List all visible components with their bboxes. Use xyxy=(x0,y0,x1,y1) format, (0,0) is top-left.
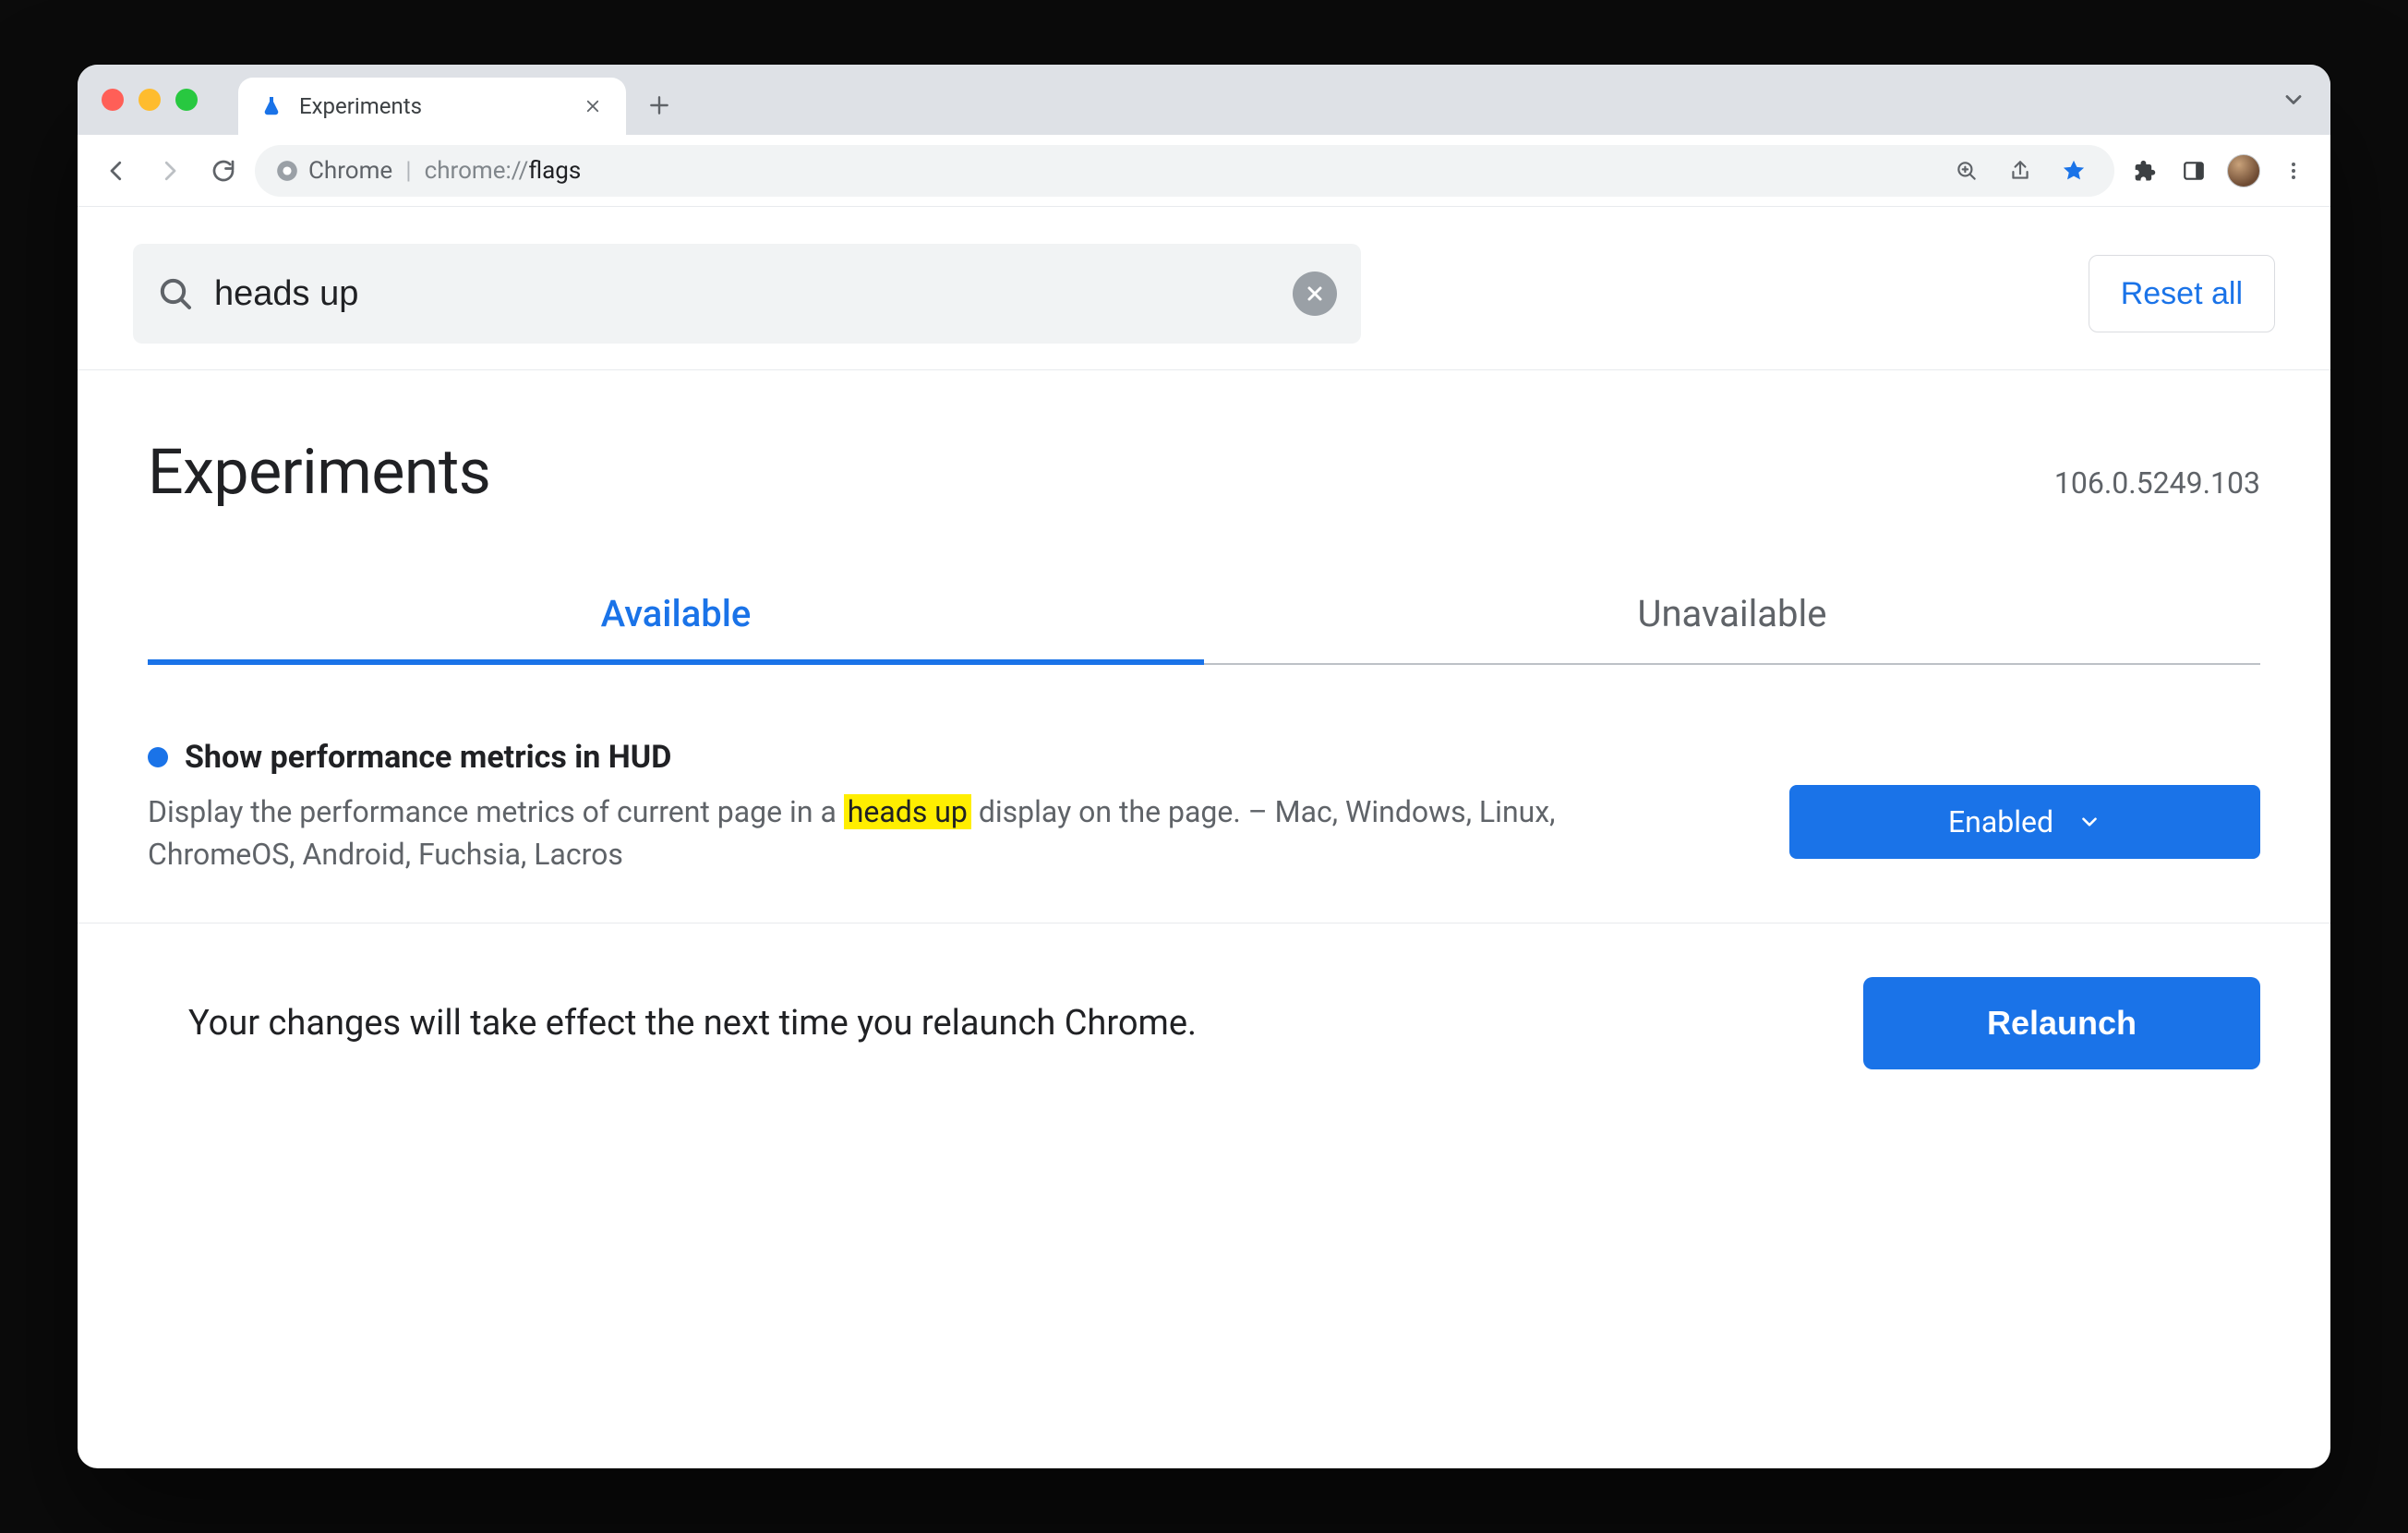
site-chip-label: Chrome xyxy=(308,157,392,185)
window-zoom-button[interactable] xyxy=(175,89,198,111)
forward-button[interactable] xyxy=(148,149,192,193)
window-controls xyxy=(102,89,198,111)
reset-all-button[interactable]: Reset all xyxy=(2089,255,2275,332)
relaunch-button[interactable]: Relaunch xyxy=(1863,977,2260,1069)
chevron-down-icon xyxy=(2077,810,2101,834)
chrome-icon xyxy=(275,159,299,183)
profile-avatar[interactable] xyxy=(2223,151,2264,191)
search-icon xyxy=(157,275,194,312)
side-panel-icon[interactable] xyxy=(2173,151,2214,191)
flag-description: Display the performance metrics of curre… xyxy=(148,791,1588,876)
page-content: Reset all Experiments 106.0.5249.103 Ava… xyxy=(78,207,2330,1468)
browser-window: Experiments xyxy=(78,65,2330,1468)
clear-search-button[interactable] xyxy=(1293,272,1337,316)
search-row: Reset all xyxy=(78,207,2330,370)
window-close-button[interactable] xyxy=(102,89,124,111)
tab-available[interactable]: Available xyxy=(148,592,1204,665)
reload-button[interactable] xyxy=(201,149,246,193)
bookmark-star-icon[interactable] xyxy=(2053,151,2094,191)
tab-strip: Experiments xyxy=(238,65,2318,135)
category-tabs: Available Unavailable xyxy=(148,592,2260,665)
flags-search-box[interactable] xyxy=(133,244,1361,344)
flag-item: Show performance metrics in HUD Display … xyxy=(148,739,2260,913)
zoom-indicator-icon[interactable] xyxy=(1946,151,1987,191)
flag-state-label: Enabled xyxy=(1948,804,2053,839)
search-highlight: heads up xyxy=(844,794,971,829)
version-label: 106.0.5249.103 xyxy=(2054,465,2260,501)
browser-tab[interactable]: Experiments xyxy=(238,78,626,135)
tab-close-button[interactable] xyxy=(580,93,606,119)
relaunch-bar: Your changes will take effect the next t… xyxy=(78,923,2330,1129)
tab-title: Experiments xyxy=(299,93,565,119)
omnibox-separator: | xyxy=(405,157,411,185)
site-chip[interactable]: Chrome xyxy=(275,157,392,185)
toolbar: Chrome | chrome://flags xyxy=(78,135,2330,207)
kebab-menu-icon[interactable] xyxy=(2273,151,2314,191)
tab-unavailable[interactable]: Unavailable xyxy=(1204,592,2260,665)
address-bar[interactable]: Chrome | chrome://flags xyxy=(255,145,2114,197)
window-minimize-button[interactable] xyxy=(138,89,161,111)
omnibox-url: chrome://flags xyxy=(425,157,582,185)
tab-overflow-button[interactable] xyxy=(2281,87,2306,113)
share-icon[interactable] xyxy=(2000,151,2041,191)
page-title: Experiments xyxy=(148,435,490,509)
relaunch-message: Your changes will take effect the next t… xyxy=(188,1003,1197,1044)
flag-title: Show performance metrics in HUD xyxy=(185,739,671,776)
headline-row: Experiments 106.0.5249.103 xyxy=(78,370,2330,527)
flask-icon xyxy=(259,93,284,119)
flags-search-input[interactable] xyxy=(214,274,1272,314)
back-button[interactable] xyxy=(94,149,138,193)
extensions-icon[interactable] xyxy=(2124,151,2164,191)
titlebar: Experiments xyxy=(78,65,2330,135)
changed-indicator-icon xyxy=(148,747,168,767)
flag-state-select[interactable]: Enabled xyxy=(1789,785,2260,859)
new-tab-button[interactable] xyxy=(637,83,681,127)
